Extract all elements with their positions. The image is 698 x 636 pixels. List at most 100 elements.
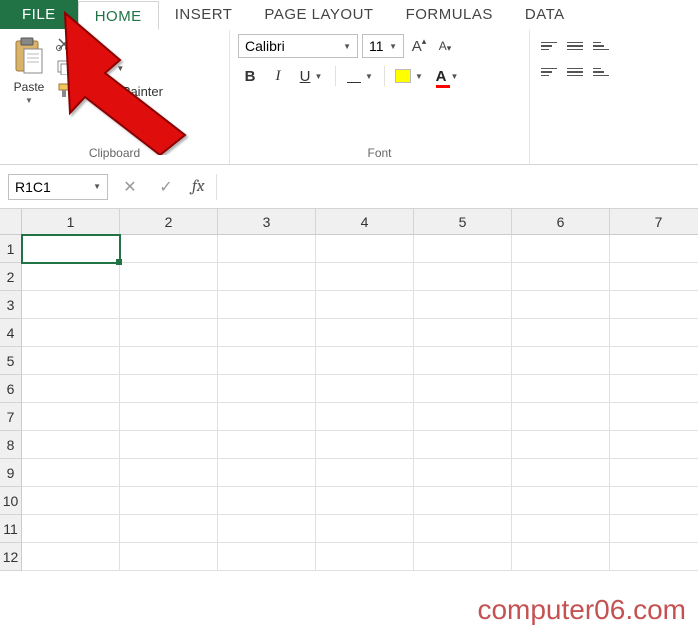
cell[interactable] [22,459,120,487]
cell[interactable] [316,487,414,515]
cell[interactable] [414,235,512,263]
cell[interactable] [512,543,610,571]
cell[interactable] [22,319,120,347]
cell[interactable] [512,459,610,487]
cell[interactable] [414,459,512,487]
align-middle-button[interactable] [564,36,586,56]
cancel-formula-button[interactable]: ✕ [120,177,140,197]
cell[interactable] [22,403,120,431]
cell[interactable] [120,487,218,515]
cell[interactable] [610,235,698,263]
cell[interactable] [22,263,120,291]
insert-function-button[interactable]: fx [192,177,204,196]
cell[interactable] [414,487,512,515]
cell[interactable] [414,431,512,459]
cell[interactable] [218,235,316,263]
cell[interactable] [120,403,218,431]
cell[interactable] [316,347,414,375]
cell[interactable] [414,319,512,347]
row-header[interactable]: 12 [0,543,22,571]
cell[interactable] [512,487,610,515]
row-header[interactable]: 2 [0,263,22,291]
accept-formula-button[interactable]: ✓ [156,177,176,197]
align-right-button[interactable] [590,62,612,82]
cell[interactable] [512,347,610,375]
cell[interactable] [218,291,316,319]
cell[interactable] [218,347,316,375]
cell[interactable] [610,543,698,571]
align-bottom-button[interactable] [590,36,612,56]
cell[interactable] [120,235,218,263]
cell[interactable] [218,319,316,347]
cell[interactable] [512,431,610,459]
font-color-button[interactable]: A ▼ [430,64,464,88]
cell[interactable] [316,515,414,543]
font-size-combo[interactable]: 11 ▼ [362,34,404,58]
border-button[interactable]: ▼ [343,64,377,88]
cell[interactable] [414,347,512,375]
cell[interactable] [512,235,610,263]
cell[interactable] [120,319,218,347]
cell[interactable] [610,263,698,291]
formula-input[interactable] [216,174,690,200]
tab-data[interactable]: DATA [509,0,581,29]
cell[interactable] [218,403,316,431]
column-header[interactable]: 2 [120,209,218,235]
row-header[interactable]: 4 [0,319,22,347]
cell[interactable] [610,347,698,375]
cell[interactable] [218,431,316,459]
align-center-button[interactable] [564,62,586,82]
cell[interactable] [610,403,698,431]
cell[interactable] [316,543,414,571]
italic-button[interactable]: I [266,64,290,88]
cell[interactable] [218,515,316,543]
cell[interactable] [218,375,316,403]
tab-file[interactable]: FILE [0,0,78,29]
copy-dropdown-icon[interactable]: ▼ [116,64,124,73]
bold-button[interactable]: B [238,64,262,88]
tab-home[interactable]: HOME [78,1,159,30]
fill-color-button[interactable]: ▼ [392,64,426,88]
column-header[interactable]: 1 [22,209,120,235]
cell[interactable] [120,431,218,459]
cell[interactable] [610,319,698,347]
cells-area[interactable] [22,235,698,571]
row-header[interactable]: 8 [0,431,22,459]
cell[interactable] [610,459,698,487]
cell[interactable] [316,319,414,347]
cell[interactable] [22,515,120,543]
column-header[interactable]: 7 [610,209,698,235]
row-header[interactable]: 9 [0,459,22,487]
cell[interactable] [512,515,610,543]
column-header[interactable]: 6 [512,209,610,235]
cell[interactable] [610,515,698,543]
cell[interactable] [414,263,512,291]
cell[interactable] [120,375,218,403]
column-header[interactable]: 3 [218,209,316,235]
cell[interactable] [414,543,512,571]
cell[interactable] [512,375,610,403]
cell[interactable] [512,319,610,347]
paste-button[interactable]: Paste ▼ [8,34,50,107]
cell[interactable] [22,487,120,515]
row-header[interactable]: 7 [0,403,22,431]
cell[interactable] [120,459,218,487]
cell[interactable] [218,263,316,291]
column-header[interactable]: 5 [414,209,512,235]
column-header[interactable]: 4 [316,209,414,235]
cell[interactable] [512,291,610,319]
cell[interactable] [414,515,512,543]
cell[interactable] [22,375,120,403]
cell[interactable] [610,375,698,403]
cell[interactable] [414,375,512,403]
align-left-button[interactable] [538,62,560,82]
increase-font-size-button[interactable]: A▴ [408,35,430,57]
row-header[interactable]: 6 [0,375,22,403]
cell[interactable] [610,291,698,319]
cell[interactable] [512,403,610,431]
cell[interactable] [218,459,316,487]
row-header[interactable]: 5 [0,347,22,375]
cell[interactable] [316,431,414,459]
cell[interactable] [316,235,414,263]
align-top-button[interactable] [538,36,560,56]
